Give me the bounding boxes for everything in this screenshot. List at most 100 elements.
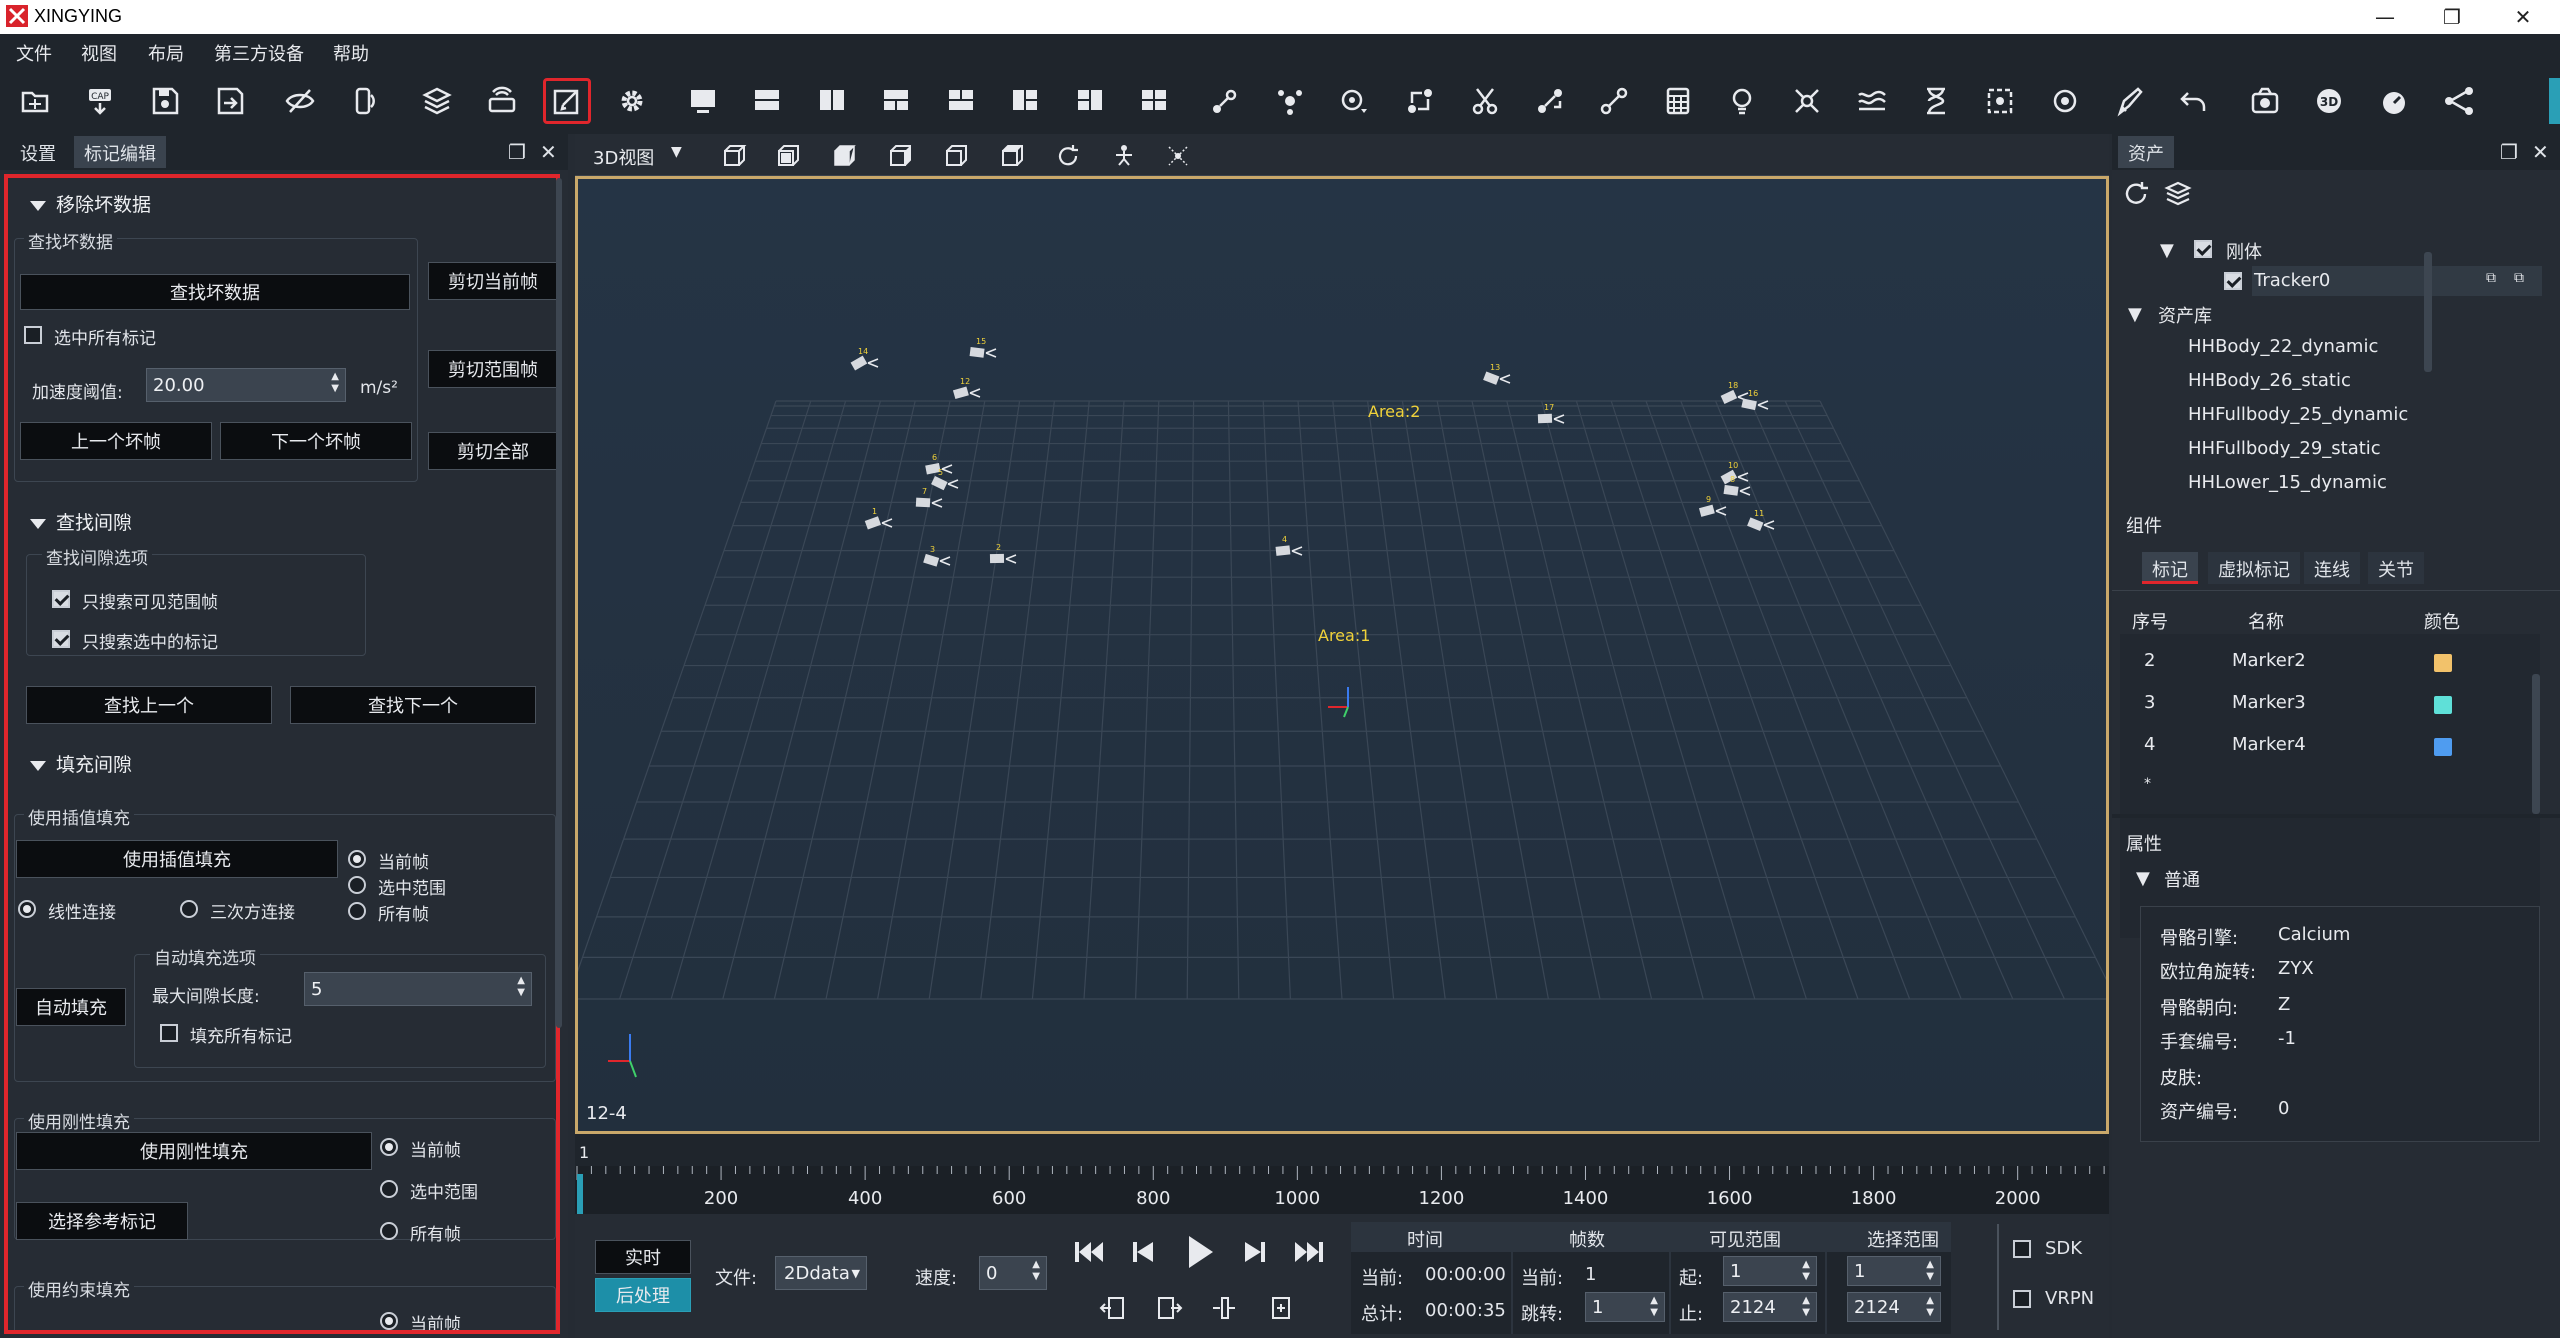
cube-front-icon[interactable] [721,143,747,169]
tree-asset-library[interactable]: 资产库 [2158,302,2212,328]
realtime-button[interactable]: 实时 [595,1240,691,1274]
find-previous-gap-button[interactable]: 查找上一个 [26,686,272,724]
3d-icon[interactable]: 3D [2309,81,2349,121]
menu-layout[interactable]: 布局 [148,40,184,66]
spin-arrows-icon[interactable]: ▲ ▼ [1802,1259,1810,1283]
float-panel-icon[interactable]: ❐ [508,140,526,164]
minimize-button[interactable]: — [2355,0,2415,34]
fill-all-markers-checkbox[interactable] [160,1024,178,1042]
layout-3c-icon[interactable] [1005,81,1045,121]
range-in-icon[interactable] [1211,1294,1239,1322]
rigid-current-frame-radio[interactable] [380,1138,398,1156]
spin-arrows-icon[interactable]: ▲ ▼ [1032,1259,1040,1283]
edit-marker-icon[interactable] [543,78,591,124]
refresh-icon[interactable] [1055,143,1081,169]
table-row-index[interactable]: 2 [2144,650,2155,671]
find-bad-data-button[interactable]: 查找坏数据 [20,274,410,310]
layers-icon[interactable] [417,81,457,121]
section-fill-gap[interactable]: 填充间隙 [30,750,132,777]
cube-bottom-icon[interactable] [999,143,1025,169]
menu-third-party[interactable]: 第三方设备 [214,40,304,66]
table-new-row[interactable]: * [2144,776,2151,792]
step-forward-icon[interactable] [1239,1236,1271,1268]
cube-back-icon[interactable] [943,143,969,169]
link-marker-icon[interactable] [1205,81,1245,121]
rigid-all-frames-radio[interactable] [380,1222,398,1240]
component-tab-joints[interactable]: 关节 [2368,552,2424,584]
tree-item[interactable]: HHBody_26_static [2188,370,2351,391]
properties-group-general[interactable]: 普通 [2164,866,2200,892]
prop-value[interactable]: Z [2278,994,2290,1015]
rigid-body-checkbox[interactable] [2194,240,2212,258]
max-gap-length-input[interactable]: 5 ▲ ▼ [304,972,532,1006]
open-folder-icon[interactable] [15,81,55,121]
tree-item[interactable]: HHBody_22_dynamic [2188,336,2378,357]
file-select[interactable]: 2Ddata ▼ [775,1256,867,1290]
undo-icon[interactable] [2174,81,2214,121]
pen-icon[interactable] [2110,81,2150,121]
tree-item[interactable]: HHFullbody_25_dynamic [2188,404,2408,425]
tree-expand-icon[interactable]: ▼ [2160,240,2174,261]
component-tab-links[interactable]: 连线 [2304,552,2360,584]
visible-start-input[interactable]: 1 ▲ ▼ [1723,1256,1817,1286]
step-back-icon[interactable] [1127,1236,1159,1268]
find-next-gap-button[interactable]: 查找下一个 [290,686,536,724]
layout-single-icon[interactable] [683,81,723,121]
tree-expand-icon[interactable]: ▼ [2128,304,2142,325]
skeleton-icon[interactable] [1111,143,1137,169]
layout-vsplit-icon[interactable] [812,81,852,121]
layout-3d-icon[interactable] [1070,81,1110,121]
menu-file[interactable]: 文件 [16,40,52,66]
3d-scene[interactable]: 14 15 12 13 17 18 16 6 5 7 1 3 4 10 8 9 11 2 Area:2 Area:… [575,176,2109,1134]
close-button[interactable]: ✕ [2493,0,2553,34]
range-out-icon[interactable] [1267,1294,1295,1322]
post-process-button[interactable]: 后处理 [595,1278,691,1312]
join-icon[interactable] [1530,81,1570,121]
left-panel-scrollbar[interactable] [556,178,562,1028]
cut-all-button[interactable]: 剪切全部 [428,432,556,470]
table-row-name[interactable]: Marker2 [2232,650,2306,671]
swap-icon[interactable] [1400,81,1440,121]
prop-value[interactable]: Calcium [2278,924,2350,945]
select-all-markers-checkbox[interactable] [24,326,42,344]
play-icon[interactable] [1181,1232,1217,1272]
cut-icon[interactable] [1465,81,1505,121]
search-visible-range-checkbox[interactable] [52,590,70,608]
layout-3b-icon[interactable] [941,81,981,121]
maximize-button[interactable]: ❐ [2422,0,2482,34]
cube-right-icon[interactable] [887,143,913,169]
tree-item[interactable]: HHLower_15_dynamic [2188,472,2387,493]
track-icon[interactable] [1335,81,1375,121]
frame-jump-input[interactable]: 1 ▲ ▼ [1585,1292,1665,1322]
visible-end-input[interactable]: 2124 ▲ ▼ [1723,1292,1817,1322]
menu-help[interactable]: 帮助 [333,40,369,66]
color-swatch[interactable] [2434,654,2452,672]
spin-arrows-icon[interactable]: ▲ ▼ [1926,1295,1934,1319]
interpolation-fill-button[interactable]: 使用插值填充 [16,840,338,878]
select-reference-marker-button[interactable]: 选择参考标记 [16,1202,188,1240]
layout-hsplit-icon[interactable] [747,81,787,121]
selection-end-input[interactable]: 2124 ▲ ▼ [1847,1292,1941,1322]
vrpn-checkbox[interactable] [2013,1290,2031,1308]
view-mode-dropdown[interactable]: 3D视图 [593,144,654,170]
tree-tracker[interactable]: Tracker0 [2254,270,2330,291]
broadcast-icon[interactable] [482,81,522,121]
table-row-name[interactable]: Marker4 [2232,734,2306,755]
skip-to-start-icon[interactable] [1071,1236,1107,1268]
interp-all-frames-radio[interactable] [348,902,366,920]
rigid-fill-button[interactable]: 使用刚性填充 [16,1132,372,1170]
accel-threshold-input[interactable]: 20.00 ▲ ▼ [146,368,346,402]
camera-icon[interactable] [2245,81,2285,121]
tree-rigid-body[interactable]: 刚体 [2226,238,2262,264]
table-row-index[interactable]: 3 [2144,692,2155,713]
interp-selected-range-radio[interactable] [348,876,366,894]
prop-value[interactable]: -1 [2278,1028,2296,1049]
record-icon[interactable] [2045,81,2085,121]
cubic-connect-radio[interactable] [180,900,198,918]
tracker-export-icon[interactable]: ⧉ [2514,270,2524,286]
section-remove-bad[interactable]: 移除坏数据 [30,190,151,217]
settings-icon[interactable] [612,81,652,121]
layout-quad-icon[interactable] [1134,81,1174,121]
scatter-icon[interactable] [1787,81,1827,121]
close-panel-icon[interactable]: ✕ [540,140,557,164]
